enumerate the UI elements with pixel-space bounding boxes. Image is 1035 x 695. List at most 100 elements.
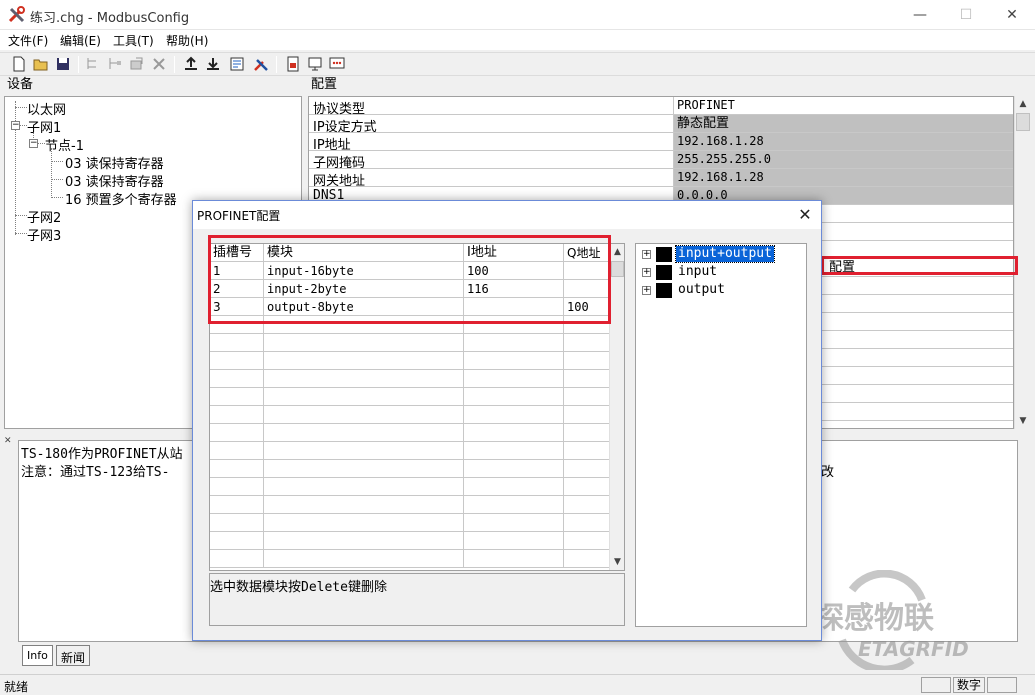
- expand-icon[interactable]: +: [642, 268, 651, 277]
- empty-row: [210, 532, 610, 550]
- new-file-icon[interactable]: [10, 55, 28, 73]
- config-value[interactable]: 255.255.255.0: [674, 151, 1013, 168]
- menu-tools[interactable]: 工具(T): [113, 32, 154, 49]
- menu-help[interactable]: 帮助(H): [166, 32, 208, 49]
- serial-port-icon[interactable]: [328, 55, 346, 73]
- add-command-icon[interactable]: [128, 55, 146, 73]
- watermark-logo: 探感物联 ETAGRFID: [814, 570, 969, 670]
- tree-item-subnet2[interactable]: 子网2: [27, 207, 61, 226]
- menu-bar: 文件(F) 编辑(E) 工具(T) 帮助(H): [0, 30, 1035, 50]
- status-cell-scroll: [987, 677, 1017, 693]
- empty-row: [210, 550, 610, 568]
- config-value[interactable]: 192.168.1.28: [674, 169, 1013, 186]
- status-bar: 就绪 数字: [0, 674, 1035, 694]
- download-icon[interactable]: [204, 55, 222, 73]
- device-pane-header: 设备: [4, 76, 302, 95]
- module-catalog-tree[interactable]: + input+output + input + output: [635, 243, 807, 627]
- module-label: output: [678, 282, 725, 297]
- tools-icon: [8, 6, 25, 23]
- menu-edit[interactable]: 编辑(E): [60, 32, 101, 49]
- module-icon: [656, 283, 672, 298]
- highlight-module-table: [208, 235, 611, 324]
- highlight-module-config: [821, 256, 1018, 275]
- hint-box: 选中数据模块按Delete键删除: [209, 573, 625, 626]
- expand-icon[interactable]: +: [642, 286, 651, 295]
- info-pane-gripper: ✕: [4, 436, 12, 446]
- save-icon[interactable]: [54, 55, 72, 73]
- config-row[interactable]: IP地址 192.168.1.28: [309, 133, 1013, 153]
- tools-config-icon[interactable]: [252, 55, 270, 73]
- tab-info[interactable]: Info: [22, 645, 53, 666]
- info-line-2: 注意：通过TS-123给TS-: [21, 465, 170, 480]
- tab-news[interactable]: 新闻: [56, 645, 91, 666]
- add-subnet-icon[interactable]: [84, 55, 102, 73]
- empty-row: [210, 406, 610, 424]
- grid-scroll-thumb[interactable]: [611, 261, 624, 277]
- info-line-2-tail: 改: [821, 465, 835, 480]
- empty-row: [210, 442, 610, 460]
- collapse-node1-icon[interactable]: −: [29, 139, 38, 148]
- toolbar: [0, 52, 1035, 76]
- empty-row: [210, 478, 610, 496]
- open-folder-icon[interactable]: [32, 55, 50, 73]
- config-value[interactable]: PROFINET: [674, 97, 1013, 114]
- scroll-up-icon[interactable]: ▲: [1015, 96, 1031, 112]
- add-node-icon[interactable]: [106, 55, 124, 73]
- config-row[interactable]: 子网掩码 255.255.255.0: [309, 151, 1013, 171]
- empty-row: [210, 460, 610, 478]
- watermark-en: ETAGRFID: [858, 637, 969, 661]
- upload-icon[interactable]: [182, 55, 200, 73]
- config-row[interactable]: IP设定方式 静态配置: [309, 115, 1013, 135]
- close-button[interactable]: ✕: [989, 0, 1035, 30]
- tree-item-command-1[interactable]: 03 读保持寄存器: [65, 153, 164, 172]
- info-line-1: TS-180作为PROFINET从站: [21, 447, 183, 462]
- empty-row: [210, 496, 610, 514]
- grid-scroll-down-icon[interactable]: ▼: [610, 554, 624, 570]
- empty-row: [210, 352, 610, 370]
- maximize-button[interactable]: ☐: [943, 0, 989, 30]
- dialog-title: PROFINET配置: [197, 209, 281, 223]
- window-title: 练习.chg - ModbusConfig: [30, 11, 190, 26]
- tree-item-command-3[interactable]: 16 预置多个寄存器: [65, 189, 177, 208]
- module-label: input+output: [675, 245, 775, 263]
- delete-icon[interactable]: [150, 55, 168, 73]
- config-value[interactable]: 静态配置: [674, 115, 1013, 132]
- tree-item-node1[interactable]: 节点-1: [45, 135, 84, 154]
- monitor-icon[interactable]: [306, 55, 324, 73]
- collapse-subnet1-icon[interactable]: −: [11, 121, 20, 130]
- grid-scroll-up-icon[interactable]: ▲: [610, 244, 624, 260]
- module-label: input: [678, 264, 718, 279]
- config-pane-header: 配置: [308, 76, 1014, 95]
- watermark-cn: 探感物联: [814, 601, 934, 636]
- dialog-close-button[interactable]: ✕: [793, 203, 817, 227]
- profinet-dialog: PROFINET配置 ✕ 插槽号 模块 I地址 Q地址 1 input-16by…: [192, 200, 822, 641]
- config-value[interactable]: 192.168.1.28: [674, 133, 1013, 150]
- status-cell-caps: [921, 677, 951, 693]
- module-icon: [656, 247, 672, 262]
- empty-row: [210, 424, 610, 442]
- tree-item-subnet3[interactable]: 子网3: [27, 225, 61, 244]
- title-bar: 练习.chg - ModbusConfig — ☐ ✕: [0, 0, 1035, 30]
- expand-icon[interactable]: +: [642, 250, 651, 259]
- empty-row: [210, 370, 610, 388]
- tree-item-ethernet[interactable]: 以太网: [27, 99, 66, 118]
- grid-scrollbar[interactable]: ▲ ▼: [609, 244, 624, 570]
- scroll-thumb[interactable]: [1016, 113, 1030, 131]
- empty-row: [210, 334, 610, 352]
- module-icon: [656, 265, 672, 280]
- empty-row: [210, 514, 610, 532]
- status-numlock: 数字: [953, 677, 985, 693]
- empty-row: [210, 388, 610, 406]
- config-row[interactable]: 网关地址 192.168.1.28: [309, 169, 1013, 189]
- minimize-button[interactable]: —: [897, 0, 943, 30]
- hint-text: 选中数据模块按Delete键删除: [210, 580, 387, 595]
- menu-file[interactable]: 文件(F): [8, 32, 48, 49]
- config-row[interactable]: 协议类型 PROFINET: [309, 97, 1013, 117]
- tree-item-command-2[interactable]: 03 读保持寄存器: [65, 171, 164, 190]
- tree-item-subnet1[interactable]: 子网1: [27, 117, 61, 136]
- dialog-title-bar: PROFINET配置 ✕: [193, 201, 821, 229]
- scroll-down-icon[interactable]: ▼: [1015, 413, 1031, 429]
- document-red-icon[interactable]: [284, 55, 302, 73]
- status-text: 就绪: [4, 680, 29, 694]
- report-icon[interactable]: [228, 55, 246, 73]
